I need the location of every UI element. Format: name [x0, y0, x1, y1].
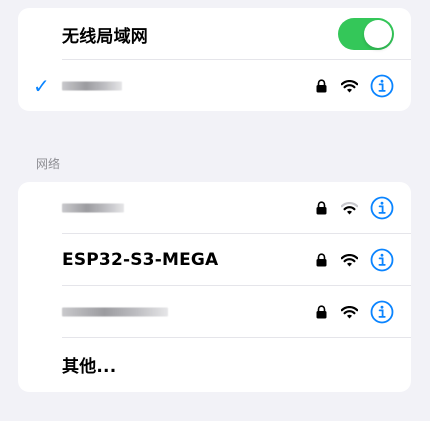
wlan-title: 无线局域网 [62, 26, 148, 47]
wifi-icon [341, 201, 358, 214]
info-icon[interactable] [370, 300, 394, 324]
wifi-icon [341, 253, 358, 266]
network-name: ESP32-S3-MEGA [62, 250, 219, 270]
redacted-network-name [62, 81, 122, 91]
redacted-network-name [62, 307, 168, 317]
lock-icon [316, 201, 327, 215]
toggle-knob [364, 20, 392, 48]
wifi-settings-page: 无线局域网 ✓ 网络 ESP32-S3-MEGA 其他... [0, 0, 430, 421]
network-row[interactable] [18, 182, 411, 234]
lock-icon [316, 253, 327, 267]
other-network-label: 其他... [62, 356, 117, 377]
info-icon[interactable] [370, 248, 394, 272]
wlan-card: 无线局域网 ✓ [18, 8, 411, 111]
redacted-network-name [62, 203, 124, 213]
connected-network-row[interactable]: ✓ [18, 60, 411, 111]
wifi-icon [341, 305, 358, 318]
network-icons [316, 300, 394, 324]
wlan-toggle-row: 无线局域网 [18, 8, 411, 60]
network-row[interactable]: ESP32-S3-MEGA [18, 234, 411, 286]
info-icon[interactable] [370, 196, 394, 220]
network-icons [316, 74, 394, 98]
lock-icon [316, 79, 327, 93]
networks-section-header: 网络 [36, 157, 61, 171]
network-row[interactable] [18, 286, 411, 338]
network-icons [316, 248, 394, 272]
network-icons [316, 196, 394, 220]
info-icon[interactable] [370, 74, 394, 98]
other-network-row[interactable]: 其他... [18, 338, 411, 390]
wlan-toggle[interactable] [338, 18, 394, 50]
lock-icon [316, 305, 327, 319]
networks-card: ESP32-S3-MEGA 其他... [18, 182, 411, 392]
wifi-icon [341, 79, 358, 92]
checkmark-icon: ✓ [33, 74, 50, 98]
